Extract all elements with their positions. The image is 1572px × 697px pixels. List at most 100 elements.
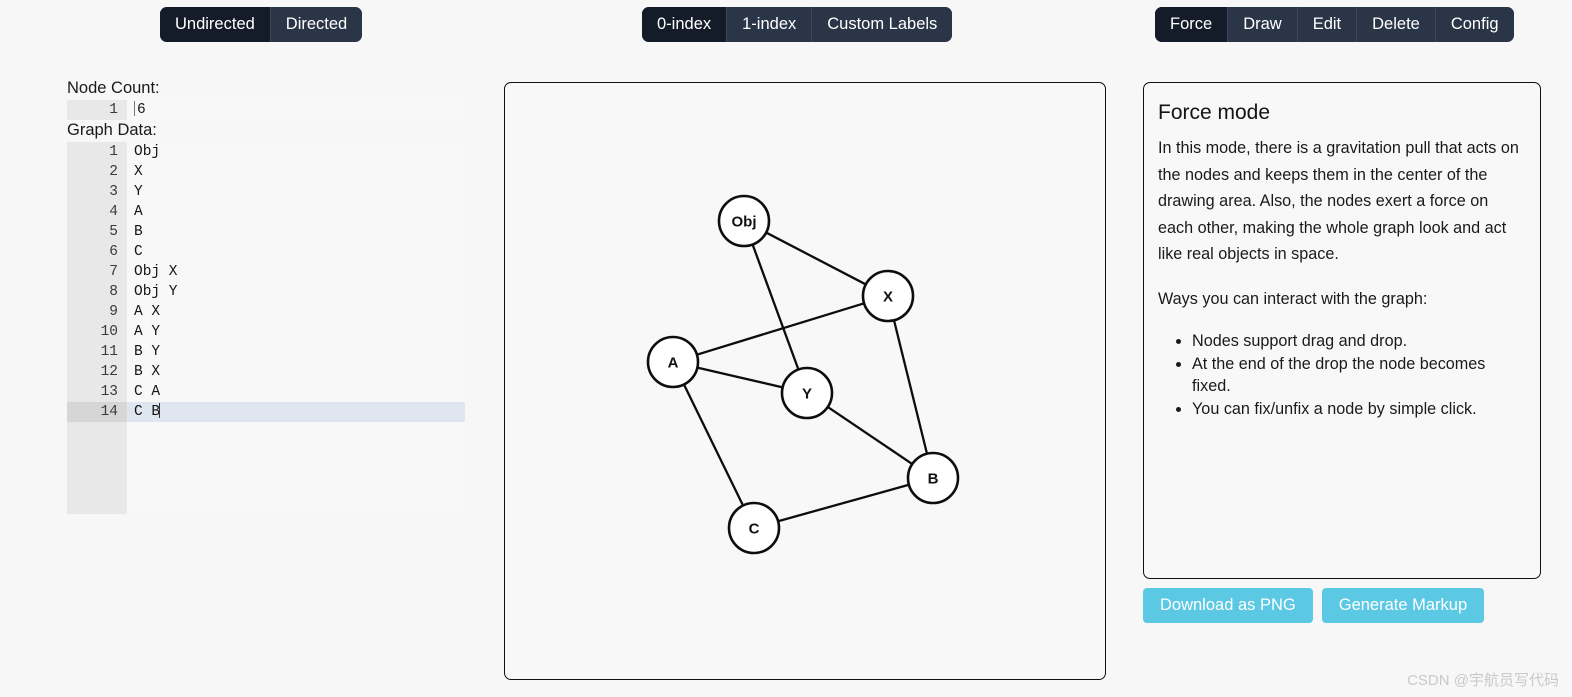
graph-data-value: A (134, 204, 143, 220)
indexing-toolbar: 0-index 1-index Custom Labels (642, 7, 953, 42)
graph-data-label: Graph Data: (67, 121, 157, 139)
graph-node-obj[interactable]: Obj (717, 194, 771, 248)
graph-data-line-number: 2 (67, 162, 127, 182)
graph-data-line-number: 3 (67, 182, 127, 202)
graph-data-value: Obj Y (134, 284, 178, 300)
graph-data-line-number: 14 (67, 402, 127, 422)
node-count-editor[interactable]: 16 (67, 100, 465, 120)
graph-data-line[interactable]: 8 Obj Y (67, 282, 465, 302)
graph-data-line-number: 5 (67, 222, 127, 242)
mode-button-delete[interactable]: Delete (1356, 7, 1435, 42)
graph-data-line[interactable]: 14 C B (67, 402, 465, 422)
graph-data-line[interactable]: 13 C A (67, 382, 465, 402)
graph-data-value: A Y (134, 324, 161, 340)
graph-data-editor[interactable]: 1 Obj 2 X 3 Y 4 A 5 B 6 C 7 Obj X 8 Obj Y9A X 10 A Y 11 B Y… (67, 142, 465, 514)
mode-toolbar: Force Draw Edit Delete Config (1155, 7, 1514, 42)
graph-data-line-text[interactable]: C A (127, 382, 465, 402)
graph-data-line-number: 7 (67, 262, 127, 282)
graph-edge[interactable] (892, 319, 929, 455)
graph-canvas-panel[interactable]: Obj X A Y B C (504, 82, 1106, 680)
graph-data-value: C A (134, 384, 161, 400)
graph-data-line[interactable]: 3Y (67, 182, 465, 202)
graph-edge[interactable] (682, 383, 745, 507)
node-label: B (928, 471, 939, 488)
graph-data-line[interactable]: 12 B X (67, 362, 465, 382)
mode-info-panel: Force mode In this mode, there is a grav… (1143, 82, 1541, 579)
direction-button-directed[interactable]: Directed (269, 7, 363, 42)
graph-data-line[interactable]: 10 A Y (67, 322, 465, 342)
graph-data-line-text[interactable]: Obj Y (127, 282, 465, 302)
node-count-line-text[interactable]: 6 (127, 100, 465, 120)
graph-data-value: B (134, 224, 143, 240)
action-button-row: Download as PNG Generate Markup (1143, 588, 1485, 623)
direction-toolbar: Undirected Directed (160, 7, 363, 42)
node-label: Obj (732, 214, 757, 231)
index-button-0-index[interactable]: 0-index (642, 7, 727, 42)
graph-data-line[interactable]: 7 Obj X (67, 262, 465, 282)
graph-data-line-text[interactable]: A X (127, 302, 465, 322)
graph-edge[interactable] (696, 302, 865, 356)
graph-data-line-text[interactable]: C (127, 242, 465, 262)
graph-node-a[interactable]: A (646, 335, 700, 389)
graph-data-line-text[interactable]: B Y (127, 342, 465, 362)
graph-data-line-number: 10 (67, 322, 127, 342)
graph-data-line-number: 11 (67, 342, 127, 362)
node-count-line[interactable]: 16 (67, 100, 465, 120)
node-count-value: 6 (137, 102, 146, 118)
download-as-png-button[interactable]: Download as PNG (1143, 588, 1313, 623)
index-button-custom-labels[interactable]: Custom Labels (811, 7, 953, 42)
graph-data-line[interactable]: 9 A X (67, 302, 465, 322)
mode-button-force[interactable]: Force (1155, 7, 1228, 42)
graph-data-line-number: 9 (67, 302, 127, 322)
graph-svg[interactable]: Obj X A Y B C (505, 83, 1105, 679)
graph-data-line-text[interactable]: A (127, 202, 465, 222)
graph-data-line-number: 12 (67, 362, 127, 382)
graph-data-value: Obj X (134, 264, 178, 280)
node-layer: Obj X A Y B C (646, 194, 960, 555)
mode-button-draw[interactable]: Draw (1227, 7, 1297, 42)
index-button-1-index[interactable]: 1-index (726, 7, 812, 42)
graph-node-x[interactable]: X (861, 269, 915, 323)
graph-edge[interactable] (777, 483, 910, 523)
graph-node-b[interactable]: B (906, 451, 960, 505)
generate-markup-button[interactable]: Generate Markup (1321, 588, 1485, 623)
mode-button-edit[interactable]: Edit (1296, 7, 1357, 42)
info-bullet: Nodes support drag and drop. (1192, 330, 1526, 352)
graph-edge[interactable] (697, 366, 783, 389)
graph-edge[interactable] (751, 244, 800, 370)
graph-edge[interactable] (765, 231, 867, 286)
graph-data-line-text[interactable]: Y (127, 182, 465, 202)
graph-editor-app: Undirected Directed 0-index 1-index Custom … (0, 0, 1572, 697)
graph-data-value: Y (134, 184, 143, 200)
graph-data-line[interactable]: 6C (67, 242, 465, 262)
mode-button-config[interactable]: Config (1434, 7, 1514, 42)
graph-node-c[interactable]: C (727, 501, 781, 555)
node-count-line-number: 1 (67, 100, 127, 120)
graph-data-line-text[interactable]: B X (127, 362, 465, 382)
direction-button-undirected[interactable]: Undirected (160, 7, 270, 42)
graph-data-line[interactable]: 2X (67, 162, 465, 182)
graph-data-line-text[interactable]: C B (127, 402, 465, 422)
graph-data-line-text[interactable]: A Y (127, 322, 465, 342)
graph-data-line-text[interactable]: Obj X (127, 262, 465, 282)
info-bullet: At the end of the drop the node becomes … (1192, 353, 1526, 397)
graph-data-line[interactable]: 5B (67, 222, 465, 242)
graph-data-line-number: 6 (67, 242, 127, 262)
graph-data-line[interactable]: 4A (67, 202, 465, 222)
graph-data-line-text[interactable]: X (127, 162, 465, 182)
info-bullet-list: Nodes support drag and drop.At the end o… (1158, 330, 1526, 420)
graph-data-value: A X (134, 304, 161, 320)
graph-data-value: Obj (134, 144, 161, 160)
graph-data-value: X (134, 164, 143, 180)
graph-edge[interactable] (827, 406, 913, 465)
graph-data-line[interactable]: 1 Obj (67, 142, 465, 162)
graph-data-line-text[interactable]: Obj (127, 142, 465, 162)
graph-data-line-number: 4 (67, 202, 127, 222)
graph-data-value: B Y (134, 344, 161, 360)
text-caret (134, 101, 135, 116)
graph-node-y[interactable]: Y (780, 366, 834, 420)
info-paragraph-1: In this mode, there is a gravitation pul… (1158, 139, 1519, 263)
info-panel-title: Force mode (1158, 101, 1271, 124)
graph-data-line[interactable]: 11 B Y (67, 342, 465, 362)
graph-data-line-text[interactable]: B (127, 222, 465, 242)
